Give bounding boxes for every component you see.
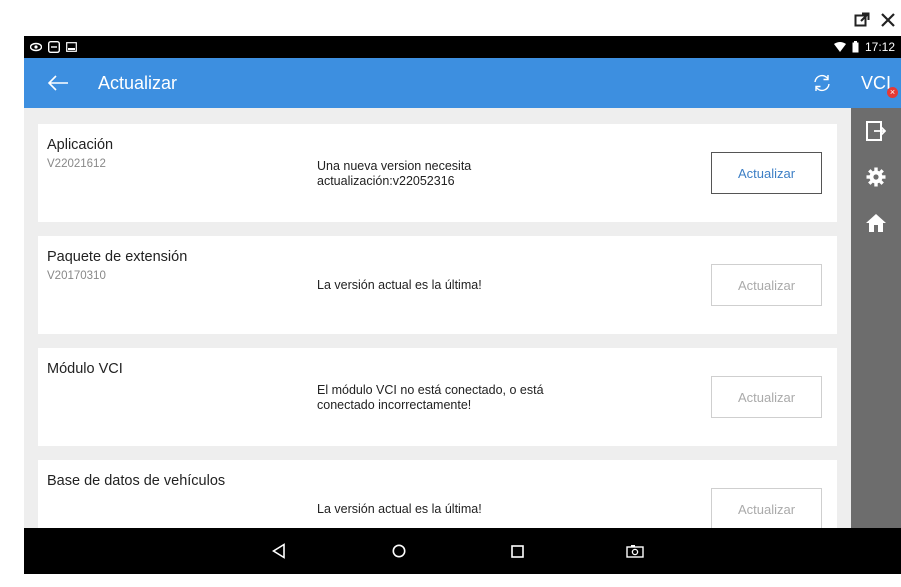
app-bar: Actualizar — [24, 58, 851, 108]
nav-back-button[interactable] — [266, 538, 292, 564]
status-line: La versión actual es la última! — [317, 502, 482, 516]
card-status: La versión actual es la última! — [317, 502, 617, 517]
card-status: La versión actual es la última! — [317, 278, 617, 293]
update-card-paquete: Paquete de extensión V20170310 La versió… — [38, 236, 837, 334]
clock: 17:12 — [864, 40, 895, 54]
exit-button[interactable] — [851, 108, 901, 154]
update-button[interactable]: Actualizar — [711, 152, 822, 194]
card-title: Base de datos de vehículos — [47, 473, 226, 489]
recents-square-icon — [510, 544, 524, 558]
nav-home-button[interactable] — [386, 538, 412, 564]
sync-notification-icon — [48, 41, 60, 53]
update-card-modulo-vci: Módulo VCI El módulo VCI no está conecta… — [38, 348, 837, 446]
battery-icon — [852, 41, 859, 53]
eye-icon — [30, 42, 42, 52]
vci-disconnected-badge: × — [887, 87, 898, 98]
tablet-screen: 17:12 Actualizar VCI × Aplicación V22021… — [24, 36, 901, 574]
right-sidebar: VCI × — [851, 58, 901, 528]
card-status: Una nueva version necesita actualización… — [317, 159, 617, 189]
status-line: conectado incorrectamente! — [317, 398, 472, 412]
gear-icon — [866, 167, 886, 187]
back-button[interactable] — [38, 63, 78, 103]
image-icon — [66, 42, 77, 52]
card-title: Paquete de extensión — [47, 249, 188, 265]
home-icon — [866, 214, 886, 232]
status-line: Una nueva version necesita — [317, 159, 472, 173]
arrow-left-icon — [47, 75, 68, 91]
close-icon[interactable] — [879, 11, 897, 29]
card-version: V20170310 — [47, 270, 106, 282]
settings-button[interactable] — [851, 154, 901, 200]
page-title: Actualizar — [98, 72, 178, 93]
update-button[interactable]: Actualizar — [711, 488, 822, 528]
home-circle-icon — [392, 544, 406, 558]
card-title: Aplicación — [47, 137, 114, 153]
status-left — [30, 41, 77, 53]
update-card-base-datos: Base de datos de vehículos La versión ac… — [38, 460, 837, 528]
update-card-aplicacion: Aplicación V22021612 Una nueva version n… — [38, 124, 837, 222]
card-version: V22021612 — [47, 158, 106, 170]
nav-recents-button[interactable] — [504, 538, 530, 564]
window-controls — [853, 6, 897, 34]
wifi-icon — [833, 42, 846, 52]
status-line: actualización:v22052316 — [317, 174, 455, 188]
card-title: Módulo VCI — [47, 361, 123, 377]
card-status: El módulo VCI no está conectado, o está … — [317, 383, 617, 413]
update-button[interactable]: Actualizar — [711, 264, 822, 306]
sync-button[interactable] — [807, 68, 837, 98]
update-list: Aplicación V22021612 Una nueva version n… — [24, 108, 851, 528]
status-line: El módulo VCI no está conectado, o está — [317, 383, 544, 397]
status-bar: 17:12 — [24, 36, 901, 58]
sync-icon — [814, 74, 830, 92]
android-nav-bar — [24, 528, 901, 574]
home-button[interactable] — [851, 200, 901, 246]
back-triangle-icon — [272, 543, 285, 559]
restore-icon[interactable] — [853, 11, 871, 29]
screenshot-frame: 17:12 Actualizar VCI × Aplicación V22021… — [0, 0, 901, 587]
update-button[interactable]: Actualizar — [711, 376, 822, 418]
status-right: 17:12 — [833, 40, 895, 54]
status-line: La versión actual es la última! — [317, 278, 482, 292]
nav-screenshot-button[interactable] — [622, 538, 648, 564]
vci-status-tab[interactable]: VCI × — [851, 58, 901, 108]
exit-icon — [866, 121, 886, 141]
screenshot-camera-icon — [626, 545, 644, 558]
